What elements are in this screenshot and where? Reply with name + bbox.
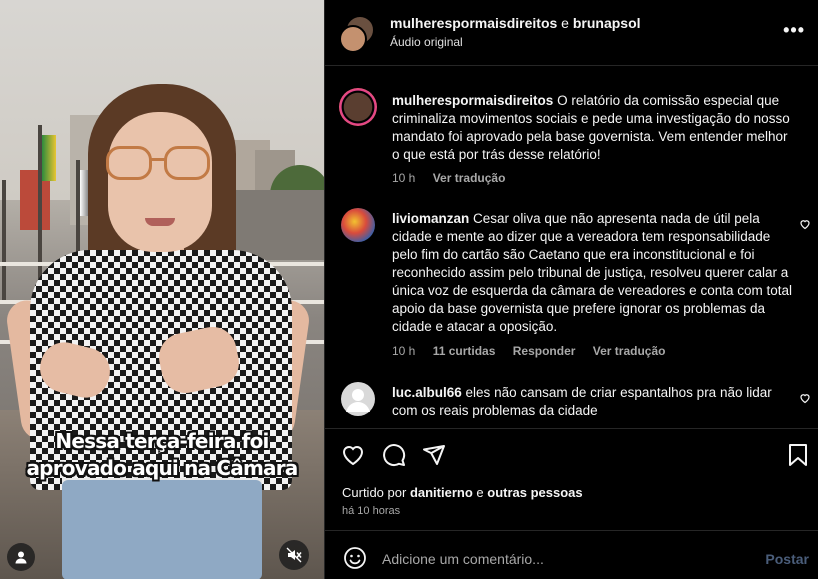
liked-by-prefix: Curtido por bbox=[342, 485, 407, 500]
comment-icon[interactable] bbox=[382, 443, 406, 467]
reply-button[interactable]: Responder bbox=[513, 344, 576, 358]
speaker-figure bbox=[0, 0, 324, 579]
liked-by-text: Curtido por danitierno e outras pessoas bbox=[342, 485, 583, 500]
more-options-icon[interactable]: ••• bbox=[783, 20, 805, 41]
caption-line: aprovado aqui na Câmara bbox=[26, 456, 298, 480]
liked-by-conjunction: e bbox=[476, 485, 484, 500]
post-details-panel: mulherespormaisdireitos e brunapsol Áudi… bbox=[324, 0, 818, 579]
comment-username[interactable]: liviomanzan bbox=[392, 211, 469, 226]
mute-toggle-button[interactable] bbox=[279, 540, 309, 570]
comment-author-avatar[interactable] bbox=[341, 382, 375, 416]
comment-likes-count[interactable]: 11 curtidas bbox=[433, 344, 496, 358]
reel-video[interactable]: Nessa terça-feira foi aprovado aqui na C… bbox=[0, 0, 324, 579]
heart-icon[interactable] bbox=[341, 443, 365, 467]
person-icon bbox=[15, 551, 27, 564]
see-translation-link[interactable]: Ver tradução bbox=[593, 344, 666, 358]
comment-author-avatar[interactable] bbox=[341, 208, 375, 242]
face bbox=[108, 112, 212, 252]
caption-author-avatar[interactable] bbox=[339, 88, 377, 126]
glasses bbox=[106, 146, 214, 180]
post-timestamp[interactable]: há 10 horas bbox=[342, 505, 400, 517]
comment-text-block: liviomanzan Cesar oliva que não apresent… bbox=[392, 210, 792, 336]
caption-line: Nessa terça-feira foi bbox=[55, 429, 269, 453]
bookmark-icon[interactable] bbox=[787, 443, 809, 467]
see-translation-link[interactable]: Ver tradução bbox=[433, 171, 506, 185]
comment-username[interactable]: luc.albul66 bbox=[392, 385, 462, 400]
tagged-users-button[interactable] bbox=[7, 543, 35, 571]
header-usernames: mulherespormaisdireitos e brunapsol bbox=[390, 15, 641, 31]
collab-avatar[interactable] bbox=[339, 25, 367, 53]
video-caption: Nessa terça-feira foi aprovado aqui na C… bbox=[0, 428, 324, 482]
header-user2-link[interactable]: brunapsol bbox=[573, 15, 641, 31]
header-user1-link[interactable]: mulherespormaisdireitos bbox=[390, 15, 557, 31]
original-audio-link[interactable]: Áudio original bbox=[390, 35, 463, 49]
comment-text-block: luc.albul66 eles não cansam de criar esp… bbox=[392, 384, 792, 420]
caption-text-block: mulherespormaisdireitos O relatório da c… bbox=[392, 92, 792, 164]
caption-username[interactable]: mulherespormaisdireitos bbox=[392, 93, 553, 108]
header-conjunction: e bbox=[561, 15, 569, 31]
jeans bbox=[62, 480, 262, 579]
caption-time[interactable]: 10 h bbox=[392, 171, 415, 185]
add-comment-input[interactable]: Adicione um comentário... bbox=[382, 551, 544, 567]
caption-meta: 10 h Ver tradução bbox=[392, 171, 519, 185]
comment-like-heart-icon[interactable] bbox=[799, 218, 811, 230]
default-avatar-icon bbox=[346, 389, 370, 412]
post-comment-button[interactable]: Postar bbox=[765, 551, 809, 567]
comment-time[interactable]: 10 h bbox=[392, 344, 415, 358]
add-comment-bar: Adicione um comentário... Postar bbox=[325, 530, 818, 579]
comment-meta: 10 h 11 curtidas Responder Ver tradução bbox=[392, 344, 679, 358]
emoji-icon[interactable] bbox=[343, 546, 367, 570]
liked-by-others-link[interactable]: outras pessoas bbox=[487, 485, 582, 500]
liked-by-user-link[interactable]: danitierno bbox=[410, 485, 473, 500]
speaker-muted-icon bbox=[286, 547, 302, 563]
post-header: mulherespormaisdireitos e brunapsol Áudi… bbox=[325, 0, 818, 66]
mouth bbox=[145, 218, 175, 226]
share-icon[interactable] bbox=[422, 443, 446, 467]
comment-text: Cesar oliva que não apresenta nada de út… bbox=[392, 211, 792, 334]
post-actions: Curtido por danitierno e outras pessoas … bbox=[325, 428, 818, 530]
comment-like-heart-icon[interactable] bbox=[799, 392, 811, 404]
